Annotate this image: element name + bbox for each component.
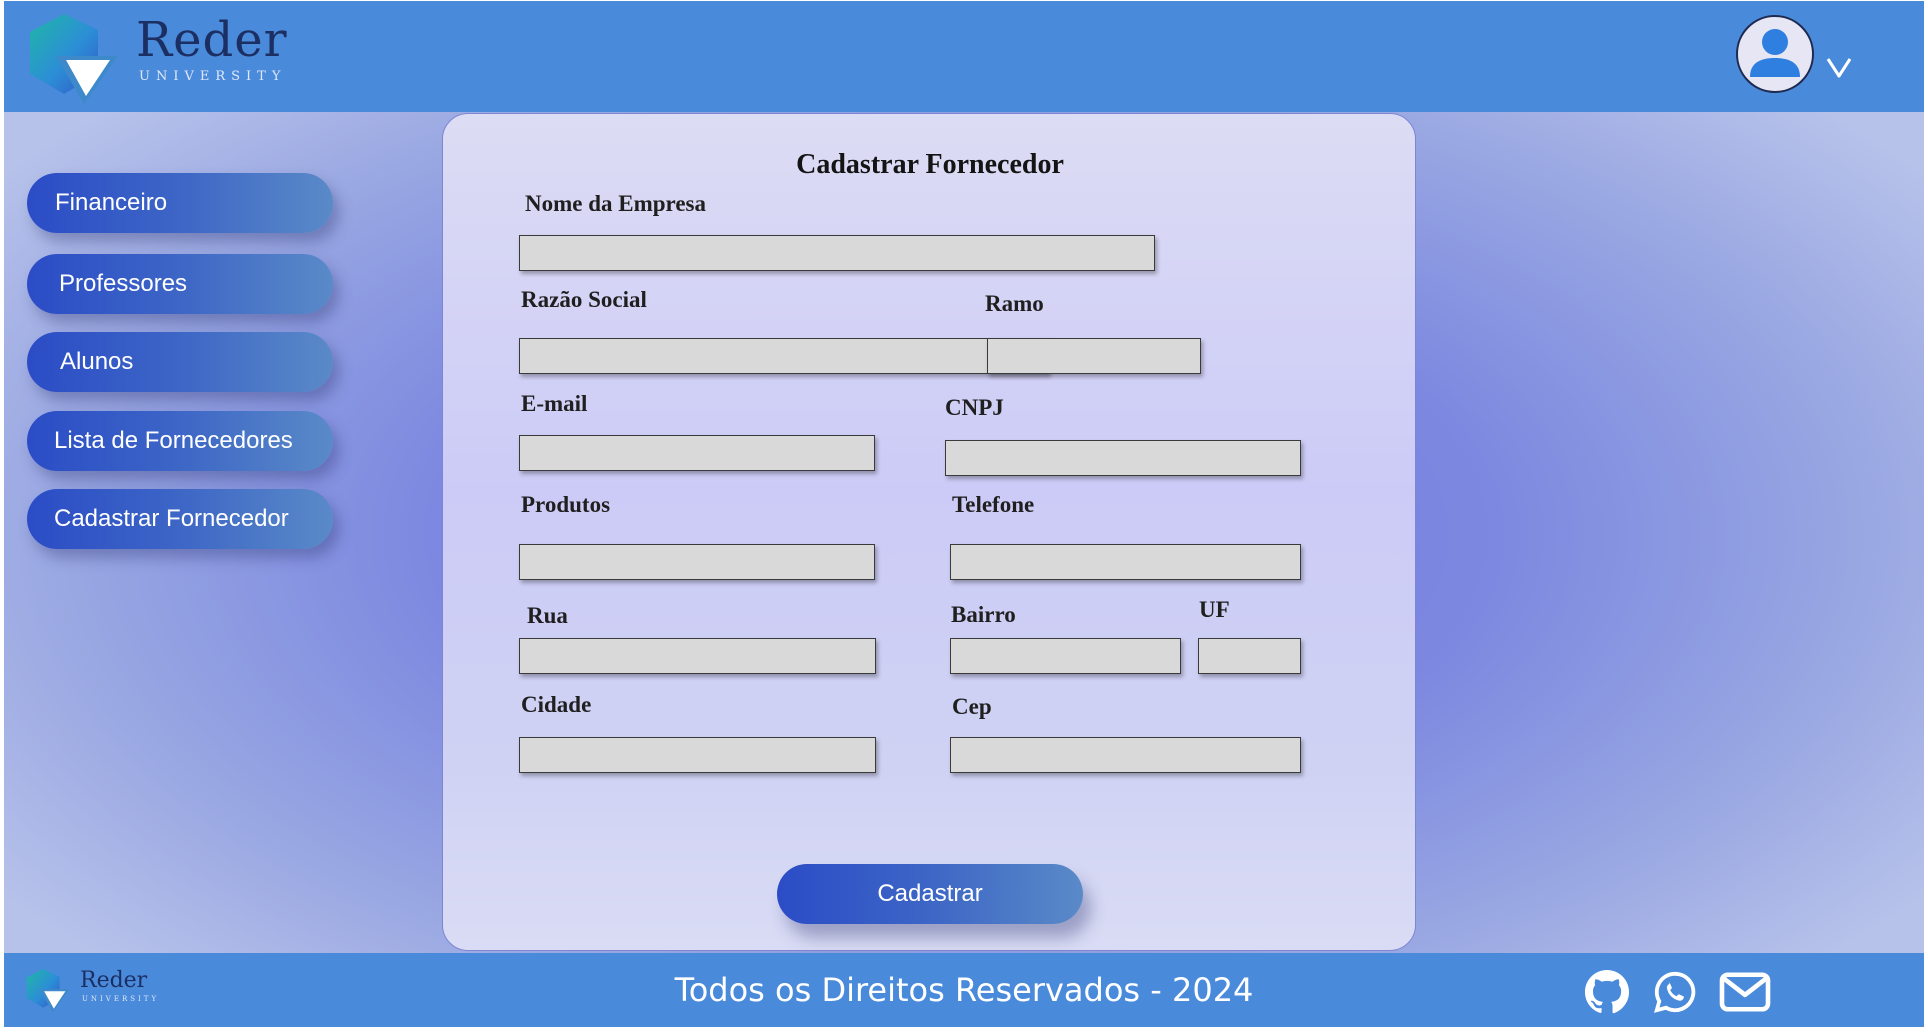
logo-subtext: UNIVERSITY — [139, 69, 287, 84]
cnpj-input[interactable] — [945, 440, 1301, 476]
razao-social-input[interactable] — [519, 338, 1049, 374]
ramo-input[interactable] — [987, 338, 1201, 374]
label-nome-empresa: Nome da Empresa — [525, 191, 707, 216]
sidebar-item-professores[interactable]: Professores — [27, 254, 333, 314]
email-input[interactable] — [519, 435, 875, 471]
form-card: Cadastrar Fornecedor Nome da Empresa Raz… — [442, 113, 1416, 951]
label-telefone: Telefone — [952, 492, 1035, 517]
rua-input[interactable] — [519, 638, 876, 674]
sidebar-item-cadastrar-fornecedor[interactable]: Cadastrar Fornecedor — [27, 489, 333, 549]
label-ramo: Ramo — [985, 291, 1044, 316]
label-bairro: Bairro — [951, 602, 1016, 627]
user-icon — [1750, 29, 1800, 77]
cep-input[interactable] — [950, 737, 1301, 773]
footer: Reder UNIVERSITY Todos os Direitos Reser… — [4, 953, 1924, 1027]
sidebar-item-lista-fornecedores[interactable]: Lista de Fornecedores — [27, 411, 333, 471]
form-title: Cadastrar Fornecedor — [796, 149, 1064, 180]
header: Reder UNIVERSITY — [4, 1, 1924, 112]
produtos-input[interactable] — [519, 544, 875, 580]
logo-hexagon-icon — [30, 14, 118, 104]
label-uf: UF — [1199, 597, 1230, 622]
label-cep: Cep — [952, 694, 992, 719]
copyright-text: Todos os Direitos Reservados - 2024 — [674, 971, 1254, 1009]
label-rua: Rua — [527, 603, 568, 628]
label-email: E-mail — [521, 391, 588, 416]
sidebar-item-financeiro[interactable]: Financeiro — [27, 173, 333, 233]
label-produtos: Produtos — [521, 492, 611, 517]
sidebar-item-alunos[interactable]: Alunos — [27, 332, 333, 392]
app-frame: Reder UNIVERSITY Financeiro Professores … — [4, 1, 1924, 1027]
whatsapp-icon[interactable] — [1652, 969, 1698, 1015]
mail-icon[interactable] — [1718, 969, 1772, 1015]
label-razao-social: Razão Social — [521, 287, 647, 312]
bairro-input[interactable] — [950, 638, 1181, 674]
label-cidade: Cidade — [521, 692, 592, 717]
nome-empresa-input[interactable] — [519, 235, 1155, 271]
logo-text: Reder — [136, 12, 288, 68]
cidade-input[interactable] — [519, 737, 876, 773]
cadastrar-button[interactable]: Cadastrar — [777, 864, 1083, 924]
telefone-input[interactable] — [950, 544, 1301, 580]
chevron-down-icon[interactable] — [1824, 51, 1854, 81]
user-avatar[interactable] — [1736, 15, 1814, 93]
logo[interactable]: Reder UNIVERSITY — [26, 12, 287, 107]
uf-input[interactable] — [1198, 638, 1301, 674]
label-cnpj: CNPJ — [945, 395, 1004, 420]
github-icon[interactable] — [1584, 969, 1630, 1015]
